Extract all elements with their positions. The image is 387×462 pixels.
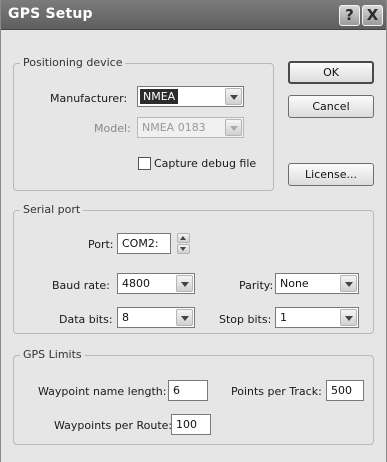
points-per-track-value: 500 xyxy=(331,384,352,397)
model-label: Model: xyxy=(94,122,131,135)
window-title: GPS Setup xyxy=(8,6,93,22)
help-button[interactable]: ? xyxy=(339,5,360,26)
stop-bits-label: Stop bits: xyxy=(219,313,272,326)
license-label: License... xyxy=(305,168,357,181)
stop-bits-value: 1 xyxy=(280,311,287,324)
spin-down-icon[interactable] xyxy=(177,244,190,254)
data-bits-select[interactable]: 8 xyxy=(117,307,195,328)
help-icon: ? xyxy=(345,6,354,24)
license-button[interactable]: License... xyxy=(288,163,374,186)
gps-setup-dialog: GPS Setup ? X Positioning device Manufac… xyxy=(0,0,387,462)
waypoints-per-route-value: 100 xyxy=(176,418,197,431)
model-value: NMEA 0183 xyxy=(142,121,206,134)
chevron-down-icon[interactable] xyxy=(340,275,357,292)
waypoint-name-length-value: 6 xyxy=(173,384,180,397)
waypoints-per-route-field[interactable]: 100 xyxy=(171,414,211,435)
serial-port-legend: Serial port xyxy=(20,203,84,216)
cancel-label: Cancel xyxy=(312,100,350,113)
manufacturer-select[interactable]: NMEA xyxy=(137,86,244,107)
title-bar[interactable]: GPS Setup ? X xyxy=(1,0,386,30)
points-per-track-field[interactable]: 500 xyxy=(326,380,364,401)
close-button[interactable]: X xyxy=(362,5,383,26)
baud-rate-value: 4800 xyxy=(122,277,150,290)
capture-debug-checkbox[interactable] xyxy=(138,157,151,170)
manufacturer-label: Manufacturer: xyxy=(50,92,128,105)
model-select: NMEA 0183 xyxy=(137,117,244,138)
stop-bits-select[interactable]: 1 xyxy=(275,307,359,328)
parity-label: Parity: xyxy=(239,279,274,292)
port-value: COM2: xyxy=(122,237,159,250)
gps-limits-legend: GPS Limits xyxy=(20,348,85,361)
baud-rate-select[interactable]: 4800 xyxy=(117,273,195,294)
points-per-track-label: Points per Track: xyxy=(231,385,322,398)
capture-debug-label[interactable]: Capture debug file xyxy=(154,157,256,170)
parity-select[interactable]: None xyxy=(275,273,359,294)
positioning-device-legend: Positioning device xyxy=(20,56,126,69)
waypoints-per-route-label: Waypoints per Route: xyxy=(54,419,173,432)
waypoint-name-length-field[interactable]: 6 xyxy=(168,380,208,401)
chevron-down-icon[interactable] xyxy=(340,309,357,326)
parity-value: None xyxy=(280,277,309,290)
chevron-down-icon[interactable] xyxy=(176,275,193,292)
chevron-down-icon[interactable] xyxy=(225,88,242,105)
port-spinner[interactable] xyxy=(177,233,190,254)
manufacturer-value: NMEA xyxy=(140,89,179,104)
close-icon: X xyxy=(366,6,379,24)
chevron-down-icon[interactable] xyxy=(176,309,193,326)
cancel-button[interactable]: Cancel xyxy=(288,95,374,118)
ok-button[interactable]: OK xyxy=(288,61,374,84)
data-bits-value: 8 xyxy=(122,311,129,324)
data-bits-label: Data bits: xyxy=(59,313,113,326)
baud-rate-label: Baud rate: xyxy=(52,279,110,292)
ok-label: OK xyxy=(323,66,339,79)
port-label: Port: xyxy=(88,238,114,251)
port-field[interactable]: COM2: xyxy=(117,233,171,254)
waypoint-name-length-label: Waypoint name length: xyxy=(38,385,167,398)
spin-up-icon[interactable] xyxy=(177,233,190,243)
chevron-down-icon xyxy=(225,119,242,136)
